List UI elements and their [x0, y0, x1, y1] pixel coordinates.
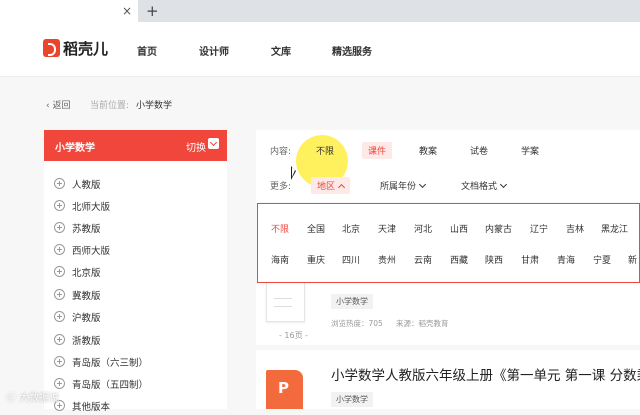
region-ningxia[interactable]: 宁夏 — [593, 253, 611, 266]
region-xizang[interactable]: 西藏 — [450, 253, 468, 266]
plus-circle-icon — [54, 311, 65, 322]
logo-icon[interactable] — [43, 39, 60, 57]
plus-circle-icon — [54, 200, 65, 211]
new-tab-icon[interactable]: + — [146, 2, 159, 20]
watermark: ⓒ 大数据说 — [6, 393, 60, 404]
sidebar-item-sujiao[interactable]: 苏教版 — [54, 221, 101, 237]
result-source: 来源：稻壳教育 — [396, 319, 449, 328]
sidebar-item-beishida[interactable]: 北师大版 — [54, 199, 110, 215]
nav-home[interactable]: 首页 — [137, 43, 157, 58]
doc-line — [274, 298, 292, 299]
nav-library[interactable]: 文库 — [271, 43, 291, 58]
region-shaanxi[interactable]: 陕西 — [485, 253, 503, 266]
region-dropdown-panel — [257, 203, 640, 283]
filter-content-study-plan[interactable]: 学案 — [521, 144, 539, 157]
region-yunnan[interactable]: 云南 — [414, 253, 432, 266]
nav-services[interactable]: 精选服务 — [332, 43, 372, 58]
tab-close-icon[interactable]: × — [122, 4, 132, 18]
region-sichuan[interactable]: 四川 — [342, 253, 360, 266]
filter-content-lesson-plan[interactable]: 教案 — [419, 144, 437, 157]
document-icon — [266, 283, 305, 322]
plus-circle-icon — [54, 244, 65, 255]
filter-year-dropdown[interactable]: 所属年份 — [380, 179, 427, 192]
breadcrumb-label: 当前位置: — [90, 101, 130, 111]
region-beijing[interactable]: 北京 — [342, 222, 360, 235]
region-guizhou[interactable]: 贵州 — [378, 253, 396, 266]
plus-circle-icon — [54, 378, 65, 389]
sidebar-item-beijing[interactable]: 北京版 — [54, 265, 101, 281]
region-tianjin[interactable]: 天津 — [378, 222, 396, 235]
breadcrumb-current: 小学数学 — [136, 101, 173, 111]
region-national[interactable]: 全国 — [307, 222, 325, 235]
logo-text[interactable]: 稻壳儿 — [63, 38, 108, 59]
result-tag[interactable]: 小学数学 — [331, 294, 373, 309]
filter-content-exam[interactable]: 试卷 — [470, 144, 488, 157]
sidebar-item-qingdao-63[interactable]: 青岛版（六三制） — [54, 355, 148, 371]
region-liaoning[interactable]: 辽宁 — [530, 222, 548, 235]
plus-circle-icon — [54, 289, 65, 300]
result-views: 浏览热度：705 — [331, 319, 383, 328]
result-title[interactable]: 小学数学人教版六年级上册《第一单元 第一课 分数乘法 — [331, 364, 640, 384]
filter-region-dropdown[interactable]: 地区 — [311, 177, 351, 194]
region-hebei[interactable]: 河北 — [414, 222, 432, 235]
back-link[interactable]: ‹ 返回 — [46, 98, 70, 111]
chevron-up-icon — [337, 183, 346, 192]
region-neimenggu[interactable]: 内蒙古 — [485, 222, 512, 235]
sidebar-title: 小学数学 — [55, 143, 95, 154]
region-shanxi[interactable]: 山西 — [450, 222, 468, 235]
plus-circle-icon — [54, 222, 65, 233]
sidebar-item-other[interactable]: 其他版本 — [54, 399, 110, 415]
region-jilin[interactable]: 吉林 — [566, 222, 584, 235]
filter-content-label: 内容: — [270, 147, 292, 157]
result-card[interactable] — [256, 283, 640, 345]
sidebar-item-renjiao[interactable]: 人教版 — [54, 177, 101, 193]
plus-circle-icon — [54, 356, 65, 367]
nav-designer[interactable]: 设计师 — [199, 43, 229, 58]
plus-circle-icon — [54, 266, 65, 277]
ppt-file-icon — [266, 370, 303, 409]
region-chongqing[interactable]: 重庆 — [307, 253, 325, 266]
filter-more-label: 更多: — [270, 182, 292, 192]
filter-content-any[interactable]: 不限 — [316, 144, 334, 157]
sidebar-item-hujiao[interactable]: 沪教版 — [54, 310, 101, 326]
filter-content-courseware[interactable]: 课件 — [362, 142, 393, 159]
page-count: - 16页 - — [279, 331, 309, 340]
mouse-cursor-icon — [291, 166, 296, 180]
doc-line — [274, 306, 292, 307]
sidebar-item-zhejiao[interactable]: 浙教版 — [54, 333, 101, 349]
region-hainan[interactable]: 海南 — [271, 253, 289, 266]
browser-tab[interactable] — [0, 0, 138, 22]
region-heilongjiang[interactable]: 黑龙江 — [601, 222, 628, 235]
plus-circle-icon — [54, 334, 65, 345]
region-xinjiang[interactable]: 新 — [628, 253, 637, 266]
region-gansu[interactable]: 甘肃 — [521, 253, 539, 266]
result-tag[interactable]: 小学数学 — [331, 392, 373, 407]
sidebar-item-jijiao[interactable]: 冀教版 — [54, 288, 101, 304]
region-any[interactable]: 不限 — [271, 222, 289, 235]
sidebar-switch-button[interactable]: 切换 — [186, 139, 206, 154]
chevron-down-icon — [499, 180, 508, 189]
region-qinghai[interactable]: 青海 — [557, 253, 575, 266]
plus-circle-icon — [54, 178, 65, 189]
filter-format-dropdown[interactable]: 文档格式 — [461, 179, 508, 192]
chevron-down-icon[interactable] — [208, 138, 219, 149]
sidebar-item-qingdao-54[interactable]: 青岛版（五四制） — [54, 377, 148, 393]
sidebar-item-xishida[interactable]: 西师大版 — [54, 243, 110, 259]
chevron-down-icon — [418, 180, 427, 189]
